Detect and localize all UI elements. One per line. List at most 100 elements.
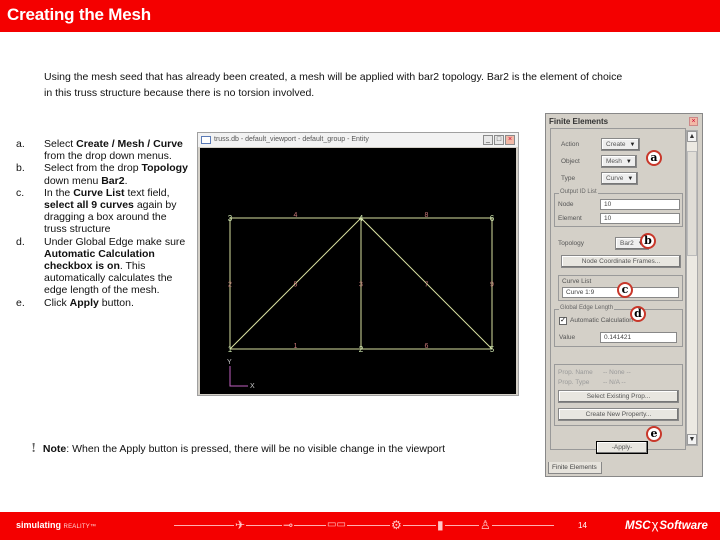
topology-label: Topology [558, 240, 585, 247]
brand-bold: simulating [16, 520, 62, 530]
callout-b: b [640, 233, 656, 249]
edge-value-input[interactable]: 0.141421 [600, 332, 677, 343]
chevron-down-icon: ▼ [627, 176, 634, 182]
step-item: b. Select from the drop Topology down men… [16, 162, 192, 186]
object-value: Mesh [606, 158, 622, 165]
exclamation-icon: ! [31, 441, 37, 455]
point-label[interactable]: 1 [228, 345, 233, 354]
type-select[interactable]: Curve ▼ [601, 172, 639, 185]
bus-icon: ▭▭ [326, 516, 347, 534]
point-label[interactable]: 3 [228, 214, 233, 223]
topology-value: Bar2 [620, 240, 634, 247]
auto-calc-checkbox[interactable]: ✓ [559, 317, 567, 325]
curve-label: 2 [228, 282, 232, 289]
person-icon: ♙ [479, 516, 492, 534]
axis-triad [229, 366, 248, 387]
note-text: : When the Apply button is pressed, ther… [66, 443, 446, 455]
curve-label: 7 [425, 282, 429, 289]
scroll-up-icon[interactable]: ▲ [687, 131, 697, 142]
logo-msc: MSC [625, 520, 651, 532]
callout-e: e [646, 426, 662, 442]
object-select[interactable]: Mesh ▼ [601, 155, 637, 168]
select-existing-prop-button[interactable]: Select Existing Prop... [558, 390, 679, 403]
note-label: Note [42, 443, 67, 455]
scroll-thumb[interactable] [687, 151, 697, 256]
minimize-button[interactable]: _ [483, 135, 493, 145]
logo-software: Software [659, 520, 708, 532]
prop-name-value: -- None -- [603, 369, 631, 376]
step-item: e. Click Apply button. [16, 297, 192, 309]
element-id-label: Element [558, 215, 582, 222]
logo-swoosh-icon: χ [651, 517, 659, 532]
step-label: b. [16, 162, 25, 175]
point-label[interactable]: 2 [359, 345, 364, 354]
truss-model: 1 2 4 5 3 6 7 8 9 1 2 3 4 5 6 Y X [227, 212, 495, 390]
step-item: a. Select Create / Mesh / Curve from the … [16, 138, 192, 162]
prop-name-label: Prop. Name [558, 369, 593, 376]
curve-label: 3 [359, 282, 363, 289]
global-edge-title: Global Edge Length [559, 305, 615, 311]
node-id-label: Node [558, 201, 574, 208]
node-id-input[interactable]: 10 [600, 199, 680, 210]
panel-title: Finite Elements [549, 117, 609, 126]
intro-text: Using the mesh seed that has already bee… [44, 71, 623, 99]
prop-type-label: Prop. Type [558, 379, 590, 386]
viewport-titlebar[interactable]: truss.db - default_viewport - default_gr… [198, 133, 518, 147]
curve-label: 1 [294, 343, 298, 350]
curve-label: 5 [294, 282, 298, 289]
step-text: Select Create / Mesh / Curve from the dr… [44, 138, 183, 163]
step-label: a. [16, 138, 25, 150]
output-id-title: Output ID List [559, 189, 598, 195]
step-label: d. [16, 235, 25, 248]
viewport-title: truss.db - default_viewport - default_gr… [214, 136, 369, 143]
steps-list: a. Select Create / Mesh / Curve from the … [16, 138, 192, 309]
type-label: Type [561, 175, 576, 182]
curve-label: 8 [425, 212, 429, 219]
prop-type-value: -- N/A -- [603, 379, 626, 386]
brand-rest: REALITY™ [63, 524, 97, 530]
auto-calc-label: Automatic Calculation [570, 317, 633, 324]
type-value: Curve [606, 175, 624, 182]
step-label: c. [16, 186, 25, 199]
curve-label: 9 [490, 282, 494, 289]
action-select[interactable]: Create ▼ [601, 138, 641, 151]
close-button[interactable]: × [505, 135, 515, 145]
apply-button[interactable]: -Apply- [596, 441, 648, 454]
panel-scrollbar[interactable]: ▲ ▼ [686, 130, 698, 446]
note: ! Note: When the Apply button is pressed… [31, 441, 445, 455]
chevron-down-icon: ▼ [625, 159, 632, 165]
viewport-canvas[interactable]: 1 2 4 5 3 6 7 8 9 1 2 3 4 5 6 Y X [200, 148, 516, 394]
output-id-group: Output ID List Node 10 Element 10 [554, 189, 683, 227]
property-group: Prop. Name -- None -- Prop. Type -- N/A … [554, 364, 683, 426]
step-item: d. Under Global Edge make sure Automatic … [16, 236, 192, 297]
action-value: Create [606, 141, 626, 148]
point-label[interactable]: 5 [490, 345, 495, 354]
step-text: Select from the drop Topology down menu … [44, 162, 188, 187]
maximize-button[interactable]: □ [494, 135, 504, 145]
step-label: e. [16, 296, 25, 309]
window-controls: _ □ × [483, 135, 515, 145]
airplane-icon: ✈ [234, 516, 247, 534]
element-id-input[interactable]: 10 [600, 213, 680, 224]
page-title: Creating the Mesh [7, 5, 151, 24]
edge-value-label: Value [559, 334, 576, 341]
callout-c: c [617, 282, 633, 298]
msc-software-logo: MSCχSoftware [625, 517, 708, 532]
header-bar: Creating the Mesh [0, 0, 720, 32]
tab-finite-elements[interactable]: Finite Elements [548, 462, 602, 474]
create-new-property-button[interactable]: Create New Property... [558, 408, 679, 421]
window-icon [201, 136, 211, 144]
step-item: c. In the Curve List text field, select a… [16, 187, 192, 236]
panel-close-button[interactable]: × [689, 117, 698, 126]
footer-brand: simulating REALITY™ [16, 520, 96, 530]
callout-a: a [646, 150, 662, 166]
curve-list-title: Curve List [562, 278, 592, 285]
car-icon: ⊸ [282, 516, 295, 534]
gear-icon: ⚙ [390, 516, 403, 534]
axis-label-y: Y [227, 359, 232, 366]
step-text: Under Global Edge make sure Automatic Ca… [44, 235, 186, 297]
node-coordinate-frames-button[interactable]: Node Coordinate Frames... [561, 255, 681, 268]
point-label[interactable]: 6 [490, 214, 495, 223]
point-label[interactable]: 4 [359, 214, 364, 223]
scroll-down-icon[interactable]: ▼ [687, 434, 697, 445]
